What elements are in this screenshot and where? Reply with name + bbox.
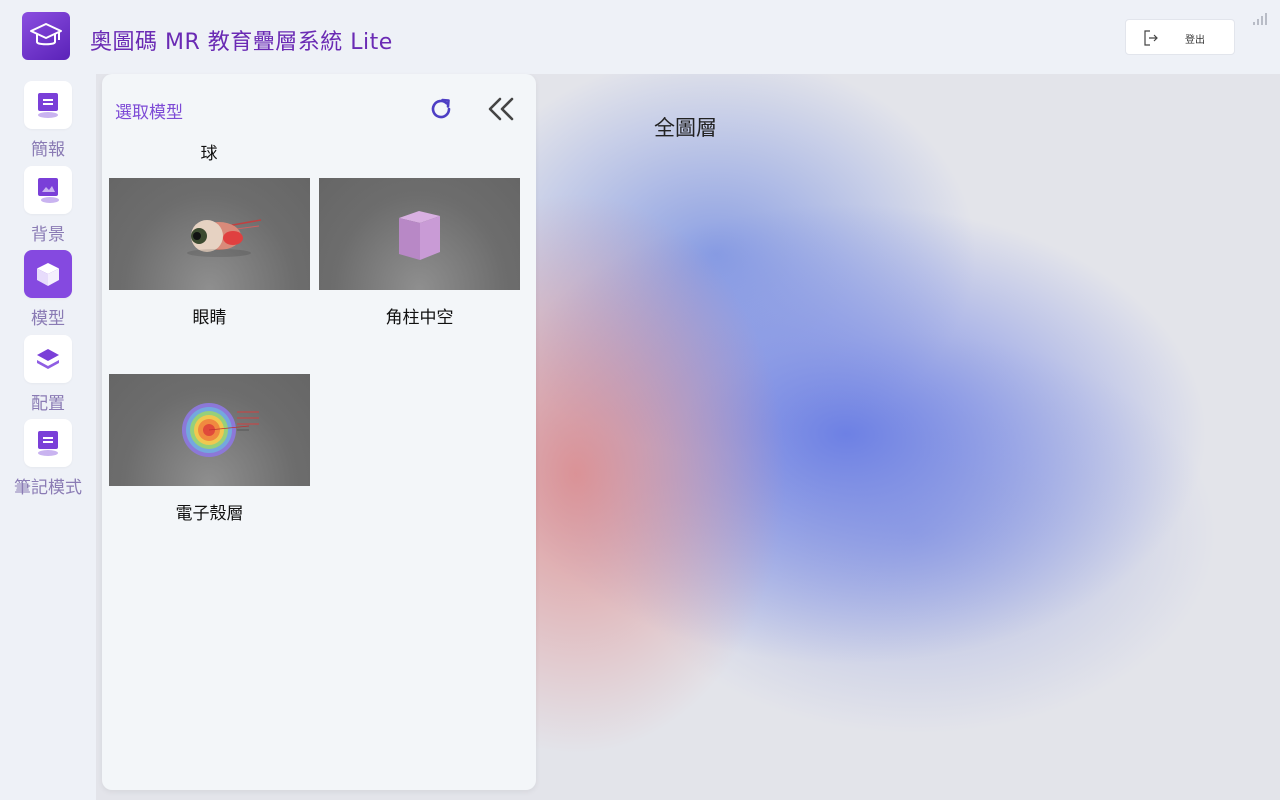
model-name: 電子殼層 (175, 504, 244, 524)
cube-icon (37, 263, 59, 286)
model-card-electron-shell[interactable]: 電子殼層 (109, 374, 310, 524)
note-icon (38, 431, 58, 456)
nav-item-models[interactable]: 模型 (0, 250, 96, 329)
graduation-cap-icon (30, 23, 62, 46)
signal-icon (1253, 13, 1267, 25)
logout-label: 登出 (1185, 35, 1205, 46)
nav-tile (24, 335, 72, 383)
electron-shell-model-icon (182, 403, 259, 457)
eye-model-thumbnail (109, 178, 310, 290)
prism-model-icon (399, 211, 440, 260)
viewport-label: 全圖層 (654, 116, 717, 140)
refresh-icon (431, 98, 451, 119)
app-title: 奧圖碼 MR 教育疊層系統 Lite (90, 30, 393, 55)
category-label: 球 (200, 144, 218, 164)
model-card-eye[interactable]: 眼睛 (109, 178, 310, 328)
nav-item-note-mode[interactable]: 筆記模式 (0, 419, 96, 498)
app-logo (22, 12, 70, 60)
slides-icon (38, 93, 58, 118)
nav-item-layout[interactable]: 配置 (0, 335, 96, 414)
layers-icon (37, 349, 59, 369)
nav-tile (24, 250, 72, 298)
model-panel: 選取模型 球 眼睛 角柱中空 電子殼層 (102, 74, 536, 790)
nav-item-slides[interactable]: 簡報 (0, 81, 96, 160)
model-name: 眼睛 (192, 308, 227, 328)
model-name: 角柱中空 (385, 308, 454, 328)
nav-tile (24, 81, 72, 129)
model-card-prism[interactable]: 角柱中空 (319, 178, 520, 328)
electron-shell-model-thumbnail (109, 374, 310, 486)
collapse-panel-button[interactable] (486, 96, 516, 122)
nav-label: 簡報 (31, 140, 65, 160)
refresh-button[interactable] (428, 96, 454, 122)
image-icon (38, 178, 59, 203)
panel-title: 選取模型 (115, 103, 183, 123)
nav-label: 配置 (31, 394, 65, 414)
nav-tile (24, 419, 72, 467)
nav-item-background[interactable]: 背景 (0, 166, 96, 245)
eye-model-icon (187, 219, 262, 257)
prism-model-thumbnail (319, 178, 520, 290)
logout-icon (1144, 30, 1158, 46)
double-chevron-left-icon (488, 97, 514, 121)
nav-tile (24, 166, 72, 214)
nav-label: 模型 (31, 309, 65, 329)
logout-button[interactable]: 登出 (1125, 19, 1235, 55)
nav-label: 筆記模式 (14, 478, 82, 498)
nav-label: 背景 (31, 225, 65, 245)
